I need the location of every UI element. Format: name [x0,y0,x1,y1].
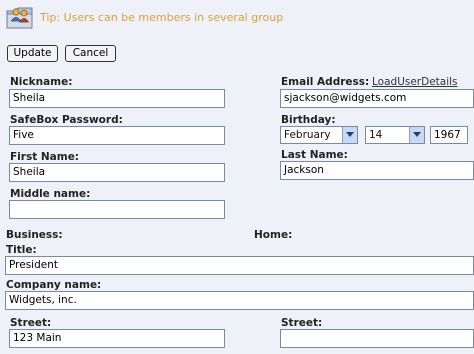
first-name-label: First Name: [10,151,80,163]
chevron-down-icon [342,127,357,143]
tip-text: Tip: Users can be members in several gro… [40,11,284,24]
nickname-field[interactable]: Sheila [9,89,225,108]
business-street-label: Street: [10,317,52,329]
middle-name-label: Middle name: [10,188,91,200]
birthday-label: Birthday: [281,114,336,126]
password-field[interactable]: Five [9,126,225,145]
title-label: Title: [6,244,37,256]
title-field[interactable]: President [5,256,474,275]
birthday-day-select[interactable]: 14 [365,126,425,144]
company-name-field[interactable]: Widgets, inc. [5,291,474,310]
birthday-month-select[interactable]: February [280,126,358,144]
birthday-year-field[interactable]: 1967 [430,126,468,144]
folder-group-icon [4,2,36,32]
email-field[interactable]: sjackson@widgets.com [280,89,474,108]
load-user-details-link[interactable]: LoadUserDetails [372,76,458,88]
birthday-month-value: February [284,129,331,141]
first-name-field[interactable]: Sheila [9,163,225,182]
home-street-field[interactable] [280,329,474,348]
chevron-down-icon [409,127,424,143]
cancel-button[interactable]: Cancel [65,45,116,62]
business-heading: Business: [6,229,63,241]
last-name-field[interactable]: Jackson [280,161,474,180]
nickname-label: Nickname: [10,76,73,88]
business-street-field[interactable]: 123 Main [9,329,225,348]
middle-name-field[interactable] [9,200,225,219]
company-name-label: Company name: [6,279,102,291]
birthday-day-value: 14 [369,129,383,141]
home-street-label: Street: [281,317,323,329]
update-button[interactable]: Update [7,45,58,62]
email-label: Email Address: [281,76,370,88]
password-label: SafeBox Password: [10,114,123,126]
last-name-label: Last Name: [281,149,348,161]
home-heading: Home: [254,229,293,241]
